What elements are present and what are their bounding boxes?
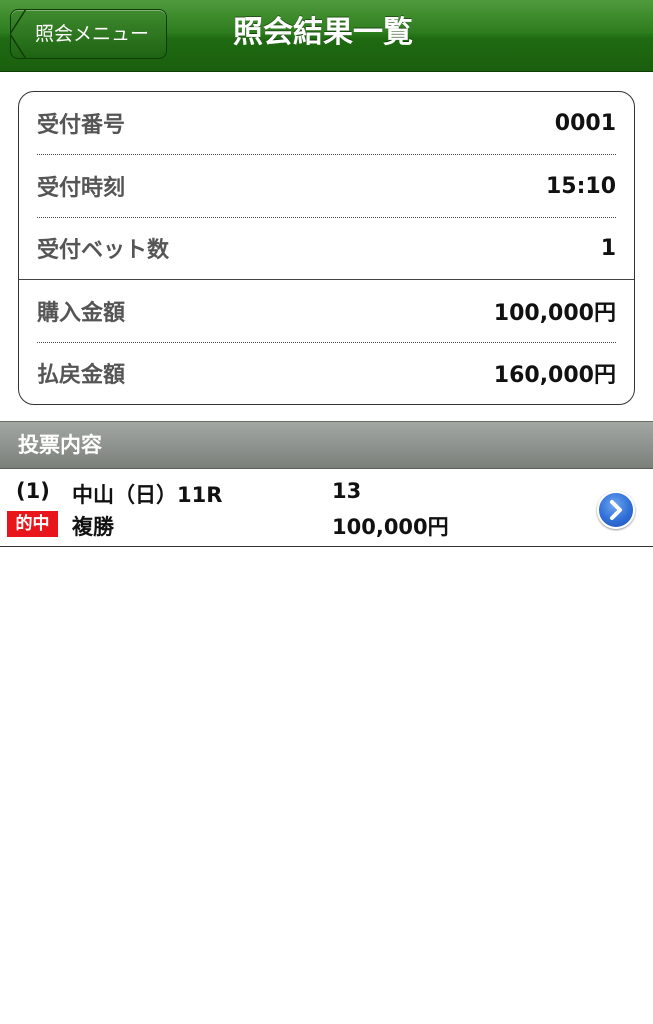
summary-value: 100,000円: [493, 301, 616, 326]
back-arrow-icon: [10, 9, 26, 59]
summary-value: 0001: [554, 110, 616, 136]
summary-row-receipt-number: 受付番号 0001: [37, 92, 616, 154]
back-button-label: 照会メニュー: [35, 23, 150, 45]
summary-row-receipt-time: 受付時刻 15:10: [37, 155, 616, 217]
summary-row-purchase-amount: 購入金額 100,000円: [37, 280, 616, 342]
chevron-right-icon: [610, 500, 622, 520]
detail-disclosure-button[interactable]: [597, 491, 635, 529]
entry-race: 中山（日）11R: [72, 483, 223, 507]
entry-selection: 13: [332, 479, 362, 503]
section-header-bet-contents: 投票内容: [0, 421, 653, 469]
summary-label: 受付番号: [37, 113, 126, 138]
page-title: 照会結果一覧: [233, 15, 413, 50]
summary-label: 受付ベット数: [37, 238, 170, 263]
entry-amount: 100,000円: [332, 515, 449, 539]
summary-label: 払戻金額: [37, 363, 126, 388]
summary-value: 1: [600, 235, 616, 261]
bet-entry-row[interactable]: (1) 中山（日）11R 13 的中 複勝 100,000円: [0, 469, 653, 547]
summary-label: 受付時刻: [37, 176, 126, 201]
summary-value: 160,000円: [493, 363, 616, 388]
summary-value: 15:10: [545, 173, 616, 199]
back-button[interactable]: 照会メニュー: [10, 9, 167, 59]
entry-bet-type: 複勝: [72, 515, 114, 539]
hit-badge: 的中: [7, 511, 58, 537]
summary-card: 受付番号 0001 受付時刻 15:10 受付ベット数 1 購入金額 100,0…: [18, 91, 635, 405]
entry-index: (1): [16, 479, 50, 503]
summary-row-payout-amount: 払戻金額 160,000円: [37, 342, 616, 404]
navigation-bar: 照会メニュー 照会結果一覧: [0, 0, 653, 72]
summary-row-bet-count: 受付ベット数 1: [37, 217, 616, 279]
summary-label: 購入金額: [37, 301, 126, 326]
